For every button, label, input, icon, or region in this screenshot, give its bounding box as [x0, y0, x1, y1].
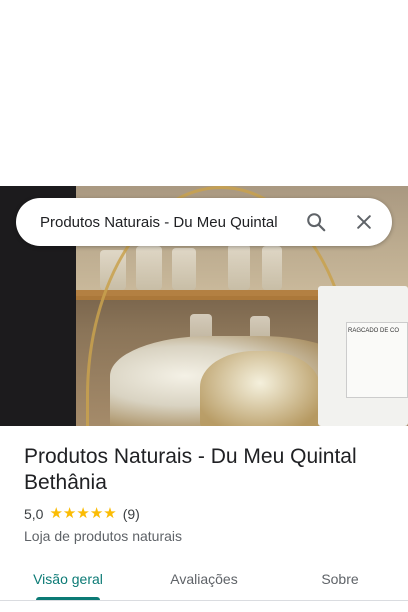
map-area-blank — [0, 0, 408, 186]
tabs-divider — [0, 600, 408, 601]
close-icon — [357, 215, 371, 229]
gift-bag — [200, 351, 320, 426]
place-title: Produtos Naturais - Du Meu Quintal Bethâ… — [24, 445, 357, 494]
tab-label: Avaliações — [170, 571, 238, 587]
rating-value: 5,0 — [24, 506, 44, 522]
tab-label: Visão geral — [33, 571, 103, 587]
tab-reviews[interactable]: Avaliações — [136, 558, 272, 600]
product-label-card: RAGCADO DE CO — [318, 286, 408, 426]
star-icon: ★ — [62, 505, 77, 522]
star-icon: ★ — [76, 505, 90, 522]
place-tabs: Visão geral Avaliações Sobre — [0, 558, 408, 600]
rating-row[interactable]: 5,0 ★ ★ ★ ★ ★ (9) — [24, 506, 140, 522]
star-icon: ★ — [103, 505, 117, 522]
tab-about[interactable]: Sobre — [272, 558, 408, 600]
tab-label: Sobre — [321, 571, 359, 587]
label-text: RAGCADO DE CO — [348, 328, 400, 334]
search-button[interactable] — [292, 198, 340, 246]
review-count[interactable]: (9) — [123, 506, 140, 522]
place-category[interactable]: Loja de produtos naturais — [24, 528, 182, 544]
star-rating: ★ ★ ★ ★ ★ — [49, 505, 117, 522]
close-button[interactable] — [340, 198, 388, 246]
search-query[interactable]: Produtos Naturais - Du Meu Quintal — [40, 214, 292, 231]
search-bar[interactable]: Produtos Naturais - Du Meu Quintal — [16, 198, 392, 246]
star-icon: ★ — [49, 505, 63, 522]
search-icon — [307, 213, 326, 232]
tab-overview[interactable]: Visão geral — [0, 558, 136, 600]
star-icon: ★ — [89, 505, 104, 522]
